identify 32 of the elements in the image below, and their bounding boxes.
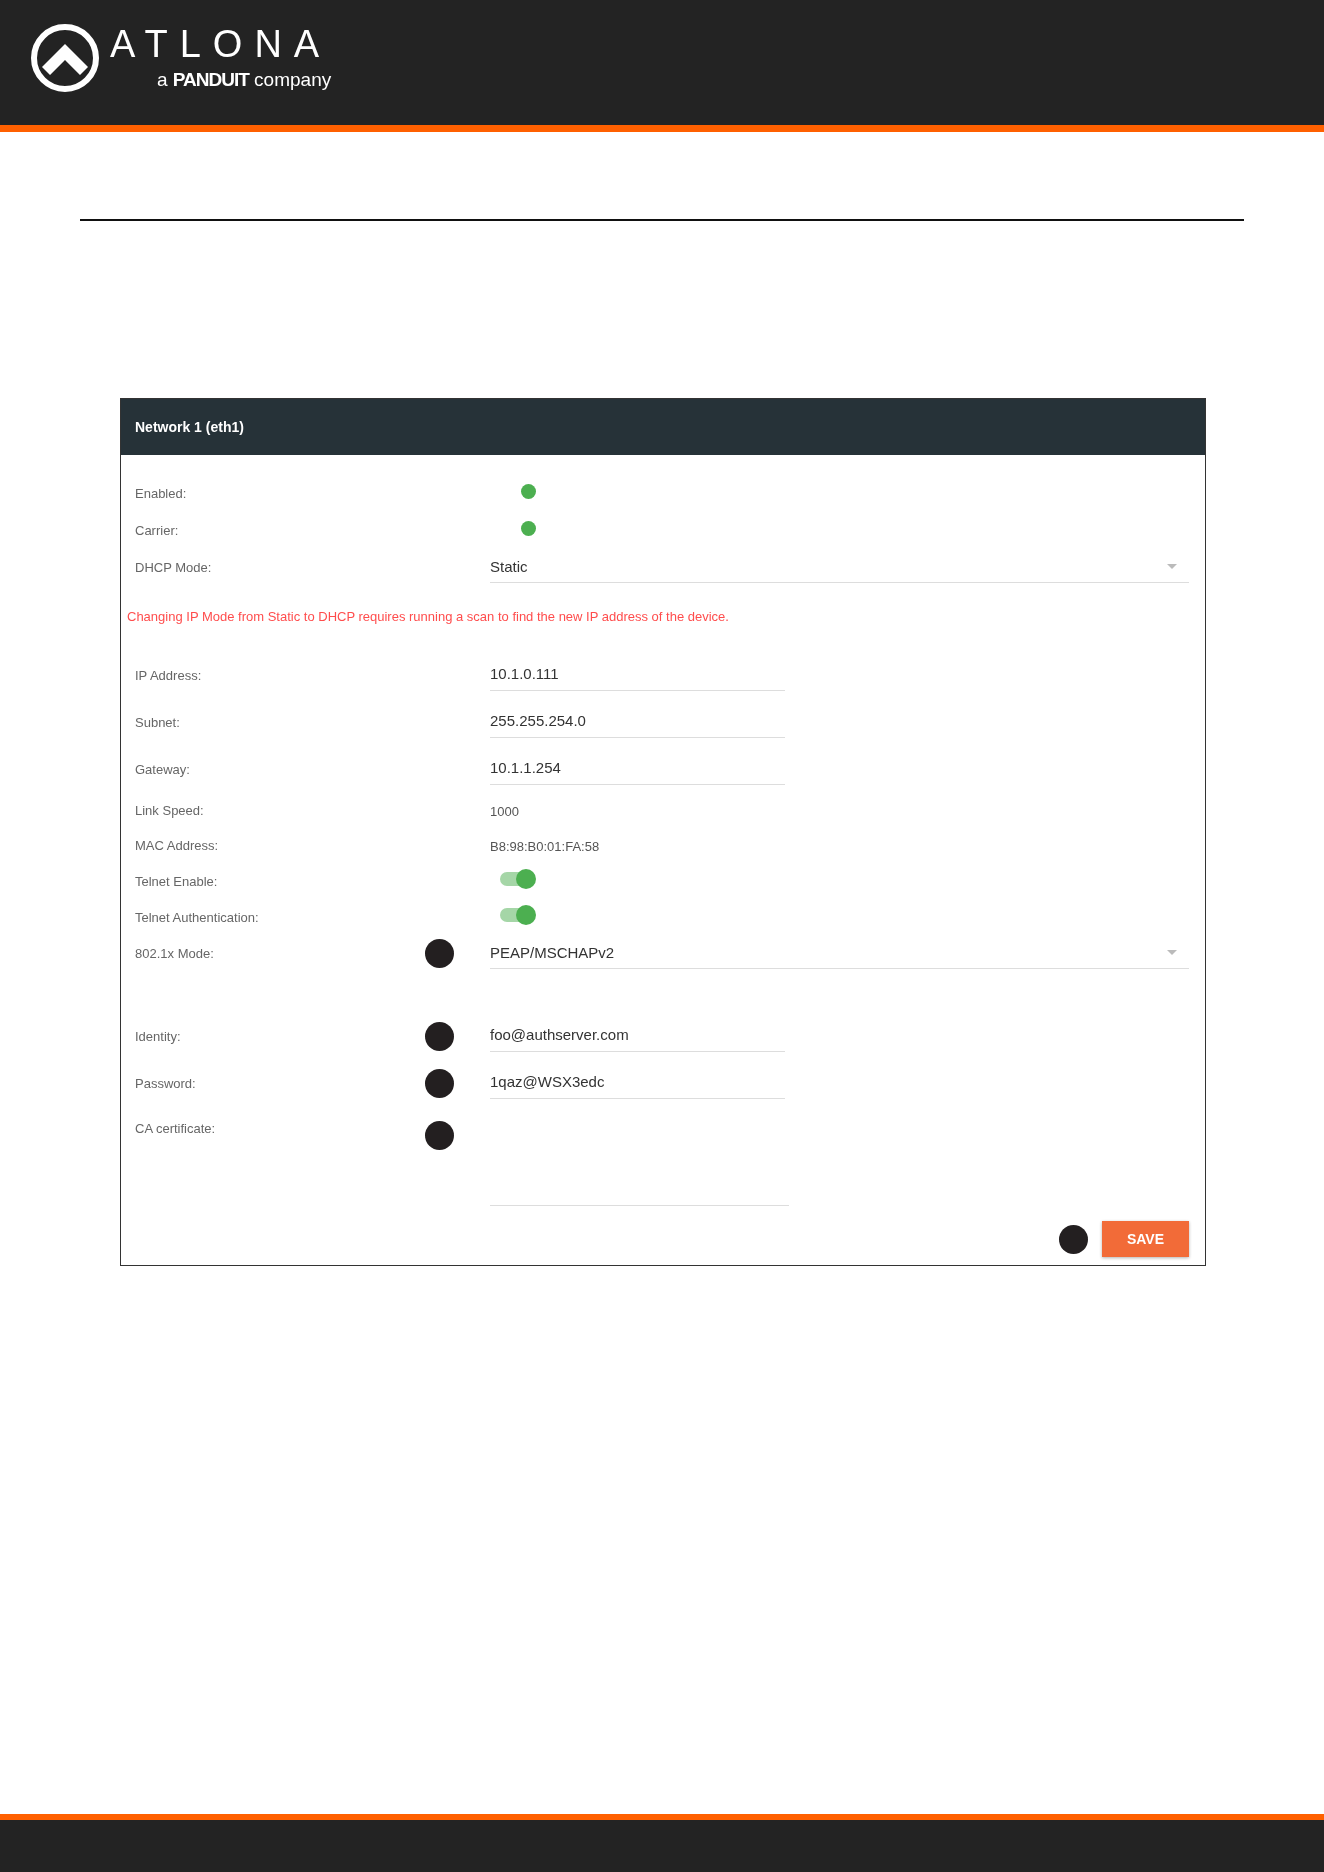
field-label: Telnet Enable:	[135, 873, 219, 889]
field-label: Subnet:	[135, 715, 181, 730]
toggle-switch[interactable]	[500, 908, 534, 922]
field-value: B8:98:B0:01:FA:58	[490, 838, 600, 854]
field-label: 802.1x Mode:	[135, 945, 215, 961]
field-label: Password:	[135, 1076, 197, 1091]
input-field[interactable]: 10.1.0.111	[490, 660, 785, 691]
field-label: MAC Address:	[135, 838, 220, 853]
brand-name: ATLONA	[110, 24, 332, 63]
toggle-switch[interactable]	[500, 872, 534, 886]
field-label: Enabled:	[135, 486, 188, 501]
field-label: Identity:	[135, 1029, 182, 1044]
field-label: IP Address:	[135, 668, 203, 683]
panel-title: Network 1 (eth1)	[135, 419, 244, 435]
input-field[interactable]: 10.1.1.254	[490, 754, 785, 785]
field-label: Gateway:	[135, 762, 191, 777]
field-label: Telnet Authentication:	[135, 909, 260, 925]
dropdown[interactable]: Static	[490, 551, 1189, 583]
field-label: Link Speed:	[135, 803, 205, 818]
field-label: Carrier:	[135, 523, 180, 538]
warning-message: Changing IP Mode from Static to DHCP requires running a scan to find the new IP address of the device.	[127, 609, 730, 624]
input-field[interactable]: 1qaz@WSX3edc	[490, 1068, 785, 1099]
dropdown[interactable]: PEAP/MSCHAPv2	[490, 937, 1189, 969]
field-label: DHCP Mode:	[135, 559, 213, 575]
input-field[interactable]: foo@authserver.com	[490, 1021, 785, 1052]
field-value: 1000	[490, 803, 519, 819]
caret-icon	[1167, 950, 1177, 955]
caret-icon	[1167, 564, 1177, 569]
input-field[interactable]: 255.255.254.0	[490, 707, 785, 738]
logo-icon	[30, 22, 100, 93]
brand-tagline: a PANDUIT company	[156, 68, 332, 91]
field-label: CA certificate:	[135, 1121, 217, 1136]
